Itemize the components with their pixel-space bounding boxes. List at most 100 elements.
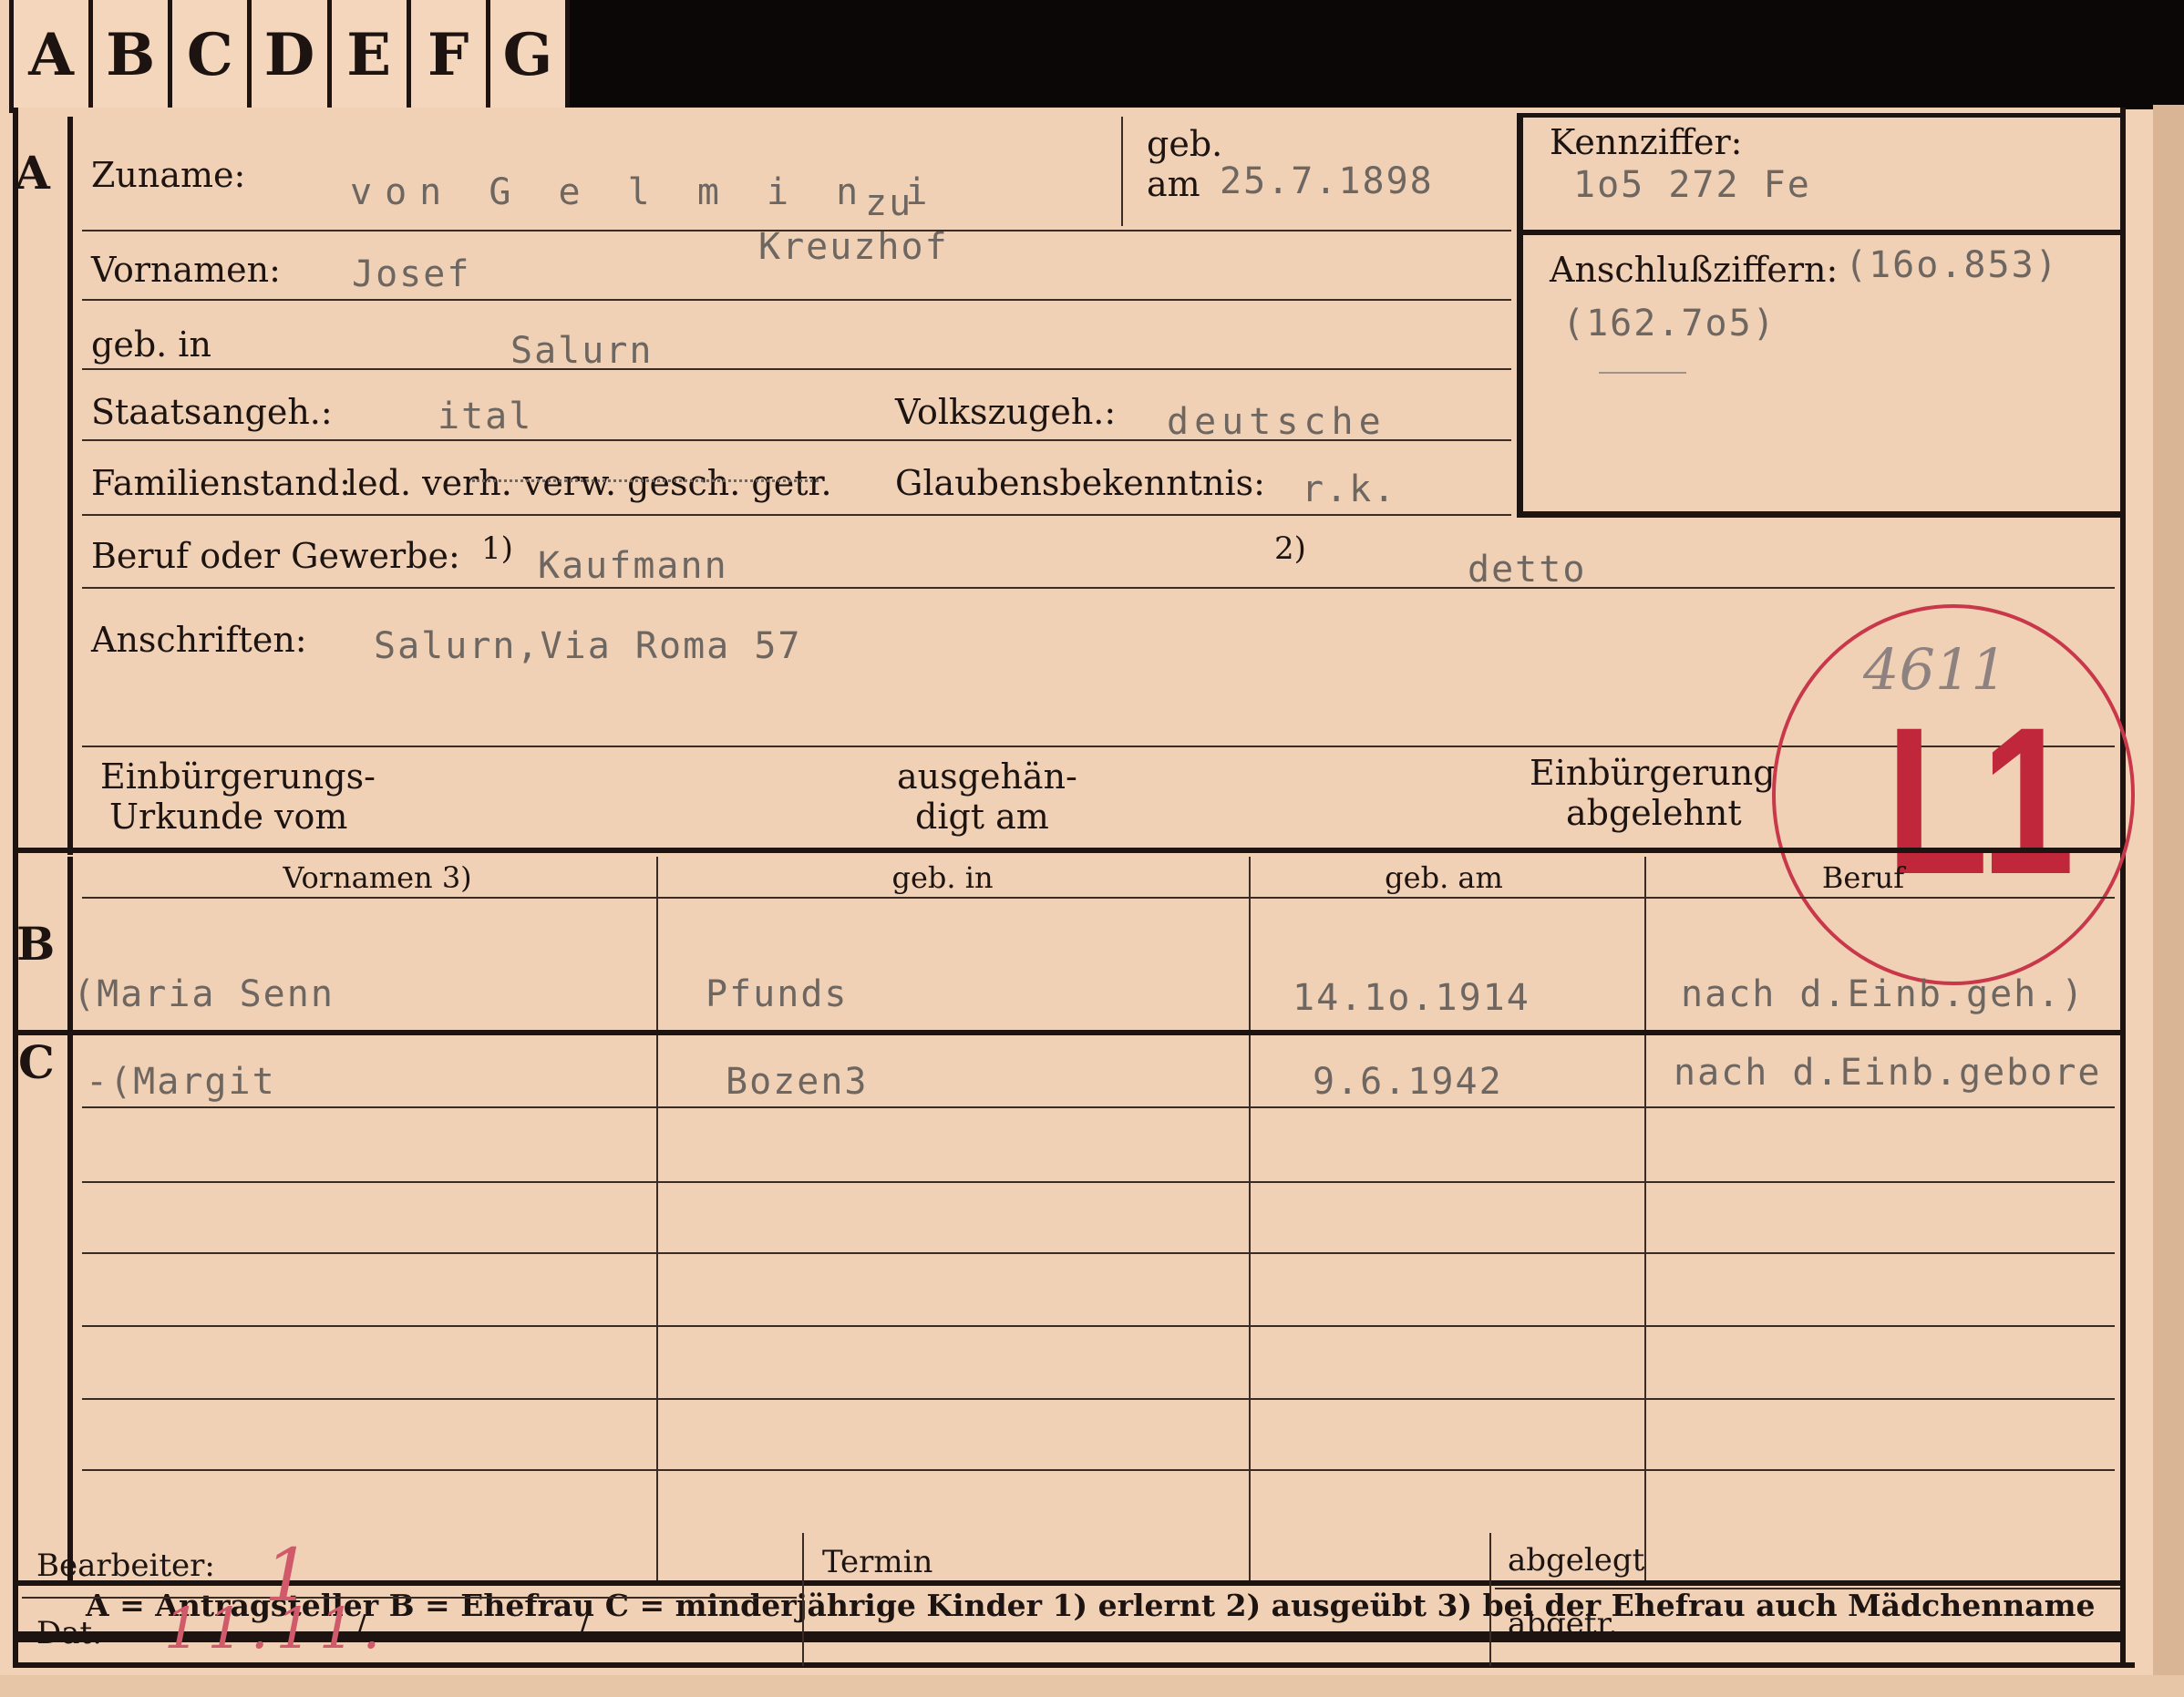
footer-abgelegt-line <box>1495 1588 2120 1589</box>
beruf-footnote-2: 2) <box>1274 530 1306 567</box>
tab-c[interactable]: C <box>172 0 252 109</box>
anschluss-underline <box>1599 372 1686 374</box>
spouse-geb-in[interactable]: Pfunds <box>706 973 849 1015</box>
child-1-vornamen[interactable]: -(Margit <box>86 1061 276 1103</box>
glaubensbekenntnis-label: Glaubensbekenntnis: <box>895 463 1265 503</box>
dat-slash-1: / <box>355 1610 366 1646</box>
spouse-geb-am[interactable]: 14.1o.1914 <box>1293 977 1530 1019</box>
anschluss-value-1[interactable]: (16o.853) <box>1845 244 2059 286</box>
col-divider-1 <box>656 857 658 1582</box>
card-right-border <box>2120 108 2126 1668</box>
footer-bearbeiter-line <box>22 1597 797 1599</box>
row-line-staatsangeh <box>82 439 1511 441</box>
header-vornamen: Vornamen 3) <box>283 860 472 895</box>
zuname-kreuzhof-value[interactable]: Kreuzhof <box>758 226 949 268</box>
anschlussziffern-label: Anschlußziffern: <box>1550 250 1839 290</box>
child-1-beruf[interactable]: nach d.Einb.gebore <box>1674 1052 2101 1094</box>
footer-divider-1 <box>802 1533 804 1666</box>
volkszugeh-value[interactable]: deutsche <box>1167 401 1386 443</box>
spouse-vornamen[interactable]: (Maria Senn <box>73 973 335 1015</box>
bearbeiter-label: Bearbeiter: <box>36 1548 215 1584</box>
vornamen-value[interactable]: Josef <box>352 253 470 295</box>
tab-d[interactable]: D <box>252 0 332 109</box>
dat-label: Dat. <box>36 1615 103 1651</box>
geb-divider <box>1121 117 1123 226</box>
child-line-4 <box>82 1325 2115 1327</box>
child-line-5 <box>82 1398 2115 1400</box>
col-divider-2 <box>1249 857 1251 1582</box>
footer-bottom-line <box>13 1662 2135 1668</box>
section-label-a: A <box>15 146 50 200</box>
familienstand-options[interactable]: led. verh. verw. gesch. getr. <box>346 463 832 503</box>
termin-label: Termin <box>822 1544 933 1580</box>
zuname-zu-value[interactable]: zu <box>865 182 912 224</box>
header-geb-am: geb. am <box>1385 860 1503 895</box>
beruf-footnote-1: 1) <box>481 530 513 567</box>
geb-label: geb. <box>1147 124 1223 164</box>
vornamen-label: Vornamen: <box>91 250 281 290</box>
dat-slash-2: / <box>578 1610 589 1646</box>
tab-e[interactable]: E <box>332 0 411 109</box>
anschriften-value[interactable]: Salurn,Via Roma 57 <box>374 625 801 667</box>
child-line-3 <box>82 1252 2115 1254</box>
kennziffer-value[interactable]: 1o5 272 Fe <box>1573 164 1811 206</box>
registration-card: A B C Zuname: von G e l m i n i zu Kreuz… <box>13 108 2135 1668</box>
zuname-value[interactable]: von G e l m i n i <box>350 171 940 213</box>
section-label-c: C <box>18 1035 55 1089</box>
col-divider-3 <box>1644 857 1646 1582</box>
dat-handwriting: 11.11. <box>164 1595 388 1661</box>
divider-a-b <box>18 848 2120 853</box>
glaubensbekenntnis-value[interactable]: r.k. <box>1302 468 1396 510</box>
zuname-label: Zuname: <box>91 155 246 195</box>
beruf-erlernt-value[interactable]: Kaufmann <box>538 545 728 587</box>
child-line-2 <box>82 1181 2115 1183</box>
legend-top-line <box>18 1580 2120 1586</box>
header-beruf: Beruf <box>1821 860 1905 895</box>
header-geb-in: geb. in <box>891 860 994 895</box>
beruf-ausgeuebt-value[interactable]: detto <box>1468 549 1586 591</box>
tab-f[interactable]: F <box>411 0 490 109</box>
top-dark-background <box>570 0 2184 109</box>
section-a-margin-line <box>67 117 73 855</box>
card-left-border <box>13 108 18 1668</box>
footer-divider-2 <box>1489 1533 1491 1666</box>
familienstand-label: Familienstand: <box>91 463 351 503</box>
staatsangeh-value[interactable]: ital <box>438 396 532 437</box>
anschluss-value-2[interactable]: (162.7o5) <box>1562 303 1777 345</box>
bottom-edge-strip <box>0 1675 2184 1697</box>
geb-in-value[interactable]: Salurn <box>510 330 654 372</box>
family-header-line <box>82 897 2115 899</box>
einb-abgelehnt-label-2: abgelehnt <box>1566 793 1742 833</box>
tab-b[interactable]: B <box>93 0 173 109</box>
volkszugeh-label: Volkszugeh.: <box>895 392 1117 432</box>
divider-b-c <box>18 1030 2120 1035</box>
abgelegt-label: abgelegt <box>1508 1542 1645 1579</box>
am-label: am <box>1147 164 1200 204</box>
einb-urkunde-label-1: Einbürgerungs- <box>100 756 376 797</box>
einb-abgelehnt-label-1: Einbürgerung <box>1530 753 1776 793</box>
section-label-b: B <box>16 917 56 971</box>
row-line-geb-in <box>82 368 1511 370</box>
abgetr-label: abgetr. <box>1508 1606 1618 1642</box>
row-line-zuname <box>82 230 1511 231</box>
child-1-geb-am[interactable]: 9.6.1942 <box>1313 1061 1503 1103</box>
kennziffer-label: Kennziffer: <box>1550 122 1743 162</box>
section-bc-margin-line <box>67 857 73 1586</box>
ausgehaendigt-label-2: digt am <box>915 797 1049 837</box>
child-line-6 <box>82 1469 2115 1471</box>
einb-urkunde-label-2: Urkunde vom <box>109 797 348 837</box>
tab-g[interactable]: G <box>490 0 570 109</box>
row-line-vornamen <box>82 299 1511 301</box>
child-1-geb-in[interactable]: Bozen3 <box>726 1061 869 1103</box>
child-line-1 <box>82 1106 2115 1108</box>
geb-am-value[interactable]: 25.7.1898 <box>1220 160 1434 202</box>
row-line-beruf <box>82 587 2115 589</box>
tab-a[interactable]: A <box>9 0 94 109</box>
row-line-familienstand <box>82 514 1511 516</box>
beruf-label: Beruf oder Gewerbe: <box>91 536 460 576</box>
right-edge-strip <box>2153 105 2184 1697</box>
kennziffer-divider <box>1522 230 2120 235</box>
ausgehaendigt-label-1: ausgehän- <box>897 756 1077 797</box>
spouse-beruf[interactable]: nach d.Einb.geh.) <box>1681 973 2085 1015</box>
index-tabs: A B C D E F G <box>9 0 570 113</box>
